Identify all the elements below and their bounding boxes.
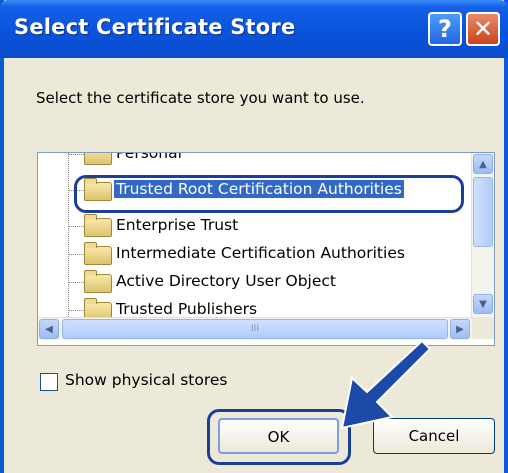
window-title: Select Certificate Store bbox=[14, 15, 296, 39]
tree-item-label: Active Directory User Object bbox=[116, 272, 336, 290]
chevron-up-icon: ▲ bbox=[479, 159, 487, 170]
tree-connector bbox=[68, 282, 84, 283]
tree-item-label: Personal bbox=[116, 153, 182, 162]
vertical-scrollbar[interactable]: ▲ ▼ bbox=[471, 153, 494, 317]
folder-icon bbox=[84, 242, 112, 265]
help-button[interactable]: ? bbox=[428, 12, 462, 46]
close-icon: ✕ bbox=[472, 15, 494, 43]
tree-item-label: Trusted Publishers bbox=[116, 300, 258, 317]
chevron-down-icon: ▼ bbox=[479, 299, 487, 310]
tree-item-enterprise-trust[interactable]: Enterprise Trust bbox=[38, 212, 456, 242]
scrollbar-corner bbox=[472, 317, 494, 339]
tree-item-intermediate[interactable]: Intermediate Certification Authorities bbox=[38, 240, 456, 270]
show-physical-stores-label[interactable]: Show physical stores bbox=[65, 371, 228, 389]
grip-icon: III bbox=[251, 324, 259, 334]
folder-icon bbox=[84, 298, 112, 317]
tree-connector bbox=[68, 226, 84, 227]
tree-item-label: Enterprise Trust bbox=[116, 216, 239, 234]
show-physical-stores-checkbox[interactable] bbox=[40, 373, 58, 391]
tree-connector bbox=[68, 254, 84, 255]
prompt-text: Select the certificate store you want to… bbox=[36, 89, 365, 107]
dialog-window: Select Certificate Store ? ✕ Select the … bbox=[0, 0, 508, 473]
close-button[interactable]: ✕ bbox=[466, 12, 500, 46]
folder-icon bbox=[84, 153, 112, 165]
tree-item-label: Intermediate Certification Authorities bbox=[116, 244, 405, 262]
tree-connector bbox=[68, 310, 84, 311]
arrow-shape bbox=[340, 339, 432, 430]
tree-item-trusted-publishers[interactable]: Trusted Publishers bbox=[38, 296, 456, 317]
folder-icon bbox=[84, 214, 112, 237]
chevron-right-icon: ▶ bbox=[456, 324, 464, 335]
chevron-left-icon: ◀ bbox=[45, 324, 53, 335]
pointer-arrow-icon bbox=[340, 339, 432, 430]
scroll-up-button[interactable]: ▲ bbox=[473, 154, 493, 174]
tree-item-personal[interactable]: Personal bbox=[38, 153, 456, 170]
vertical-scroll-thumb[interactable] bbox=[473, 177, 493, 247]
title-bar[interactable]: Select Certificate Store ? ✕ bbox=[0, 0, 508, 58]
scroll-down-button[interactable]: ▼ bbox=[473, 294, 493, 314]
selection-highlight-ring bbox=[74, 175, 464, 213]
scroll-left-button[interactable]: ◀ bbox=[39, 319, 59, 339]
scroll-right-button[interactable]: ▶ bbox=[450, 319, 470, 339]
help-icon: ? bbox=[438, 15, 452, 43]
tree-connector bbox=[68, 154, 84, 155]
folder-icon bbox=[84, 270, 112, 293]
tree-item-active-directory[interactable]: Active Directory User Object bbox=[38, 268, 456, 298]
prompt-label: Select the certificate store you want to… bbox=[36, 89, 365, 107]
